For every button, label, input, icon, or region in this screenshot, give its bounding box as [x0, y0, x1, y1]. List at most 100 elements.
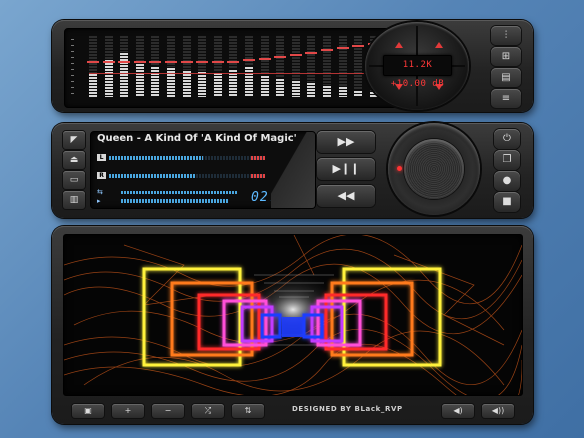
- playlist-icon: ▤: [501, 72, 511, 83]
- dpad-up-left-icon[interactable]: [395, 42, 403, 48]
- eq-scale: [71, 39, 74, 97]
- eq-band-bar[interactable]: [120, 52, 129, 97]
- previous-button[interactable]: ◀◀: [317, 185, 375, 207]
- visualizer-toolbar-button[interactable]: ▣: [72, 404, 104, 418]
- right-channel-label: R: [97, 172, 106, 179]
- grid-icon: ⊞: [501, 51, 511, 62]
- knob-indicator: [397, 166, 402, 171]
- visualizer-toolbar-button[interactable]: ⇅: [232, 404, 264, 418]
- eq-band-peak: [289, 54, 302, 57]
- eq-band-track: [354, 35, 363, 97]
- fast-forward-icon: ▶▶: [337, 135, 355, 148]
- eq-band-bar[interactable]: [307, 81, 316, 97]
- eq-band-peak: [274, 55, 287, 58]
- player-side-button[interactable]: ◤: [63, 131, 85, 149]
- eq-band-peak: [258, 57, 271, 60]
- add-icon: +: [124, 406, 132, 415]
- windows-icon: ❐: [502, 154, 512, 165]
- eq-band-bar[interactable]: [151, 66, 160, 97]
- rewind-icon: ◀◀: [337, 189, 355, 202]
- visualizer-volume-button[interactable]: ◀)): [482, 404, 514, 418]
- visualizer-panel: ▣ + − ⤮ ⇅ DESIGNED BY BLack_RVP ◀) ◀)): [52, 226, 533, 424]
- eq-band-bar[interactable]: [338, 85, 347, 97]
- eq-preamp-line: [89, 73, 395, 74]
- left-peak-meter: [251, 156, 265, 160]
- visualization-screen[interactable]: [63, 234, 523, 396]
- play-mode-icon[interactable]: ▸: [97, 197, 101, 205]
- screen-icon: ▭: [69, 175, 79, 185]
- eq-band-peak: [243, 59, 255, 62]
- visualizer-toolbar-button[interactable]: ⤮: [192, 404, 224, 418]
- eq-band-bar[interactable]: [167, 67, 175, 97]
- equalizer-display[interactable]: [64, 28, 410, 108]
- visualizer-toolbar-button[interactable]: −: [152, 404, 184, 418]
- stop-icon: ■: [502, 196, 512, 207]
- visualization-graphic: [64, 235, 522, 395]
- seek-bar[interactable]: [121, 191, 238, 194]
- visualizer-volume-button[interactable]: ◀): [442, 404, 474, 418]
- eq-side-button[interactable]: ▤: [491, 68, 521, 87]
- eq-band-bar[interactable]: [135, 62, 144, 97]
- player-panel: ◤ ⏏ ▭ ▥ Queen - A Kind Of 'A Kind Of Magic'…: [52, 123, 533, 218]
- eq-side-button[interactable]: ⫶: [491, 26, 521, 45]
- eq-band-peak: [196, 60, 209, 63]
- eq-band-peak: [165, 60, 177, 63]
- eq-side-button[interactable]: ⊞: [491, 47, 521, 66]
- eq-band-bar[interactable]: [354, 89, 363, 97]
- volume-down-icon: ◀): [453, 406, 463, 415]
- display-bezel-decoration: [271, 132, 315, 208]
- record-button[interactable]: ●: [494, 171, 520, 191]
- eq-band-bar[interactable]: [213, 72, 222, 97]
- left-channel-label: L: [97, 154, 106, 161]
- power-button[interactable]: ⏻: [494, 129, 520, 149]
- eq-band-bar[interactable]: [291, 79, 300, 97]
- player-side-button[interactable]: ▭: [63, 171, 85, 189]
- eq-band-peak: [227, 60, 240, 63]
- equalizer-panel: 11.2K +10.00 dB ⫶ ⊞ ▤ ≡: [52, 20, 533, 112]
- remove-icon: −: [164, 406, 172, 415]
- play-pause-button[interactable]: ▶❙❙: [317, 158, 375, 180]
- eq-band-peak: [133, 60, 146, 63]
- volume-up-icon: ◀)): [491, 406, 505, 415]
- power-icon: ⏻: [503, 133, 511, 144]
- player-side-button[interactable]: ▥: [63, 191, 85, 209]
- eq-band-peak: [149, 60, 162, 63]
- frequency-gain-readout: 11.2K +10.00 dB: [383, 55, 452, 89]
- designer-credit: DESIGNED BY BLack_RVP: [292, 405, 403, 413]
- eq-band-peak: [118, 60, 131, 63]
- eject-icon: ⏏: [69, 155, 79, 165]
- dpad-up-right-icon[interactable]: [435, 42, 443, 48]
- eq-band-peak: [305, 51, 318, 54]
- right-peak-meter: [251, 174, 265, 178]
- left-channel-meter: [109, 156, 203, 160]
- next-button[interactable]: ▶▶: [317, 131, 375, 153]
- stop-button[interactable]: ■: [494, 192, 520, 212]
- sort-icon: ⇅: [244, 406, 252, 415]
- eq-band-peak: [102, 60, 115, 63]
- eq-band-bar[interactable]: [89, 73, 97, 97]
- player-side-button[interactable]: ⏏: [63, 151, 85, 169]
- eq-band-peak: [211, 60, 224, 63]
- eq-side-button[interactable]: ≡: [491, 89, 521, 108]
- eq-band-bar[interactable]: [245, 66, 253, 97]
- knob-cap: [404, 139, 464, 199]
- eq-band-peak: [180, 60, 193, 63]
- visualizer-toolbar-button[interactable]: +: [112, 404, 144, 418]
- eq-band-peak: [87, 60, 99, 63]
- image-icon: ▣: [84, 406, 92, 415]
- visualizer-toolbar: ▣ + − ⤮ ⇅ DESIGNED BY BLack_RVP ◀) ◀)): [62, 404, 522, 420]
- repeat-icon[interactable]: ⇆: [97, 188, 103, 196]
- track-title: Queen - A Kind Of 'A Kind Of Magic': [97, 133, 297, 144]
- eq-band-bar[interactable]: [260, 75, 269, 97]
- eq-band-bar[interactable]: [198, 70, 207, 97]
- eq-sliders-icon: ⫶: [504, 30, 508, 41]
- volume-bar[interactable]: [121, 199, 229, 203]
- spectrum-icon: ▥: [69, 195, 79, 205]
- volume-knob[interactable]: [388, 123, 480, 215]
- eq-band-peak: [336, 47, 349, 50]
- window-button[interactable]: ❐: [494, 150, 520, 170]
- eq-band-bar[interactable]: [104, 58, 113, 97]
- eq-band-bar[interactable]: [323, 84, 331, 97]
- menu-icon: ≡: [501, 93, 511, 104]
- eq-band-bar[interactable]: [276, 78, 285, 97]
